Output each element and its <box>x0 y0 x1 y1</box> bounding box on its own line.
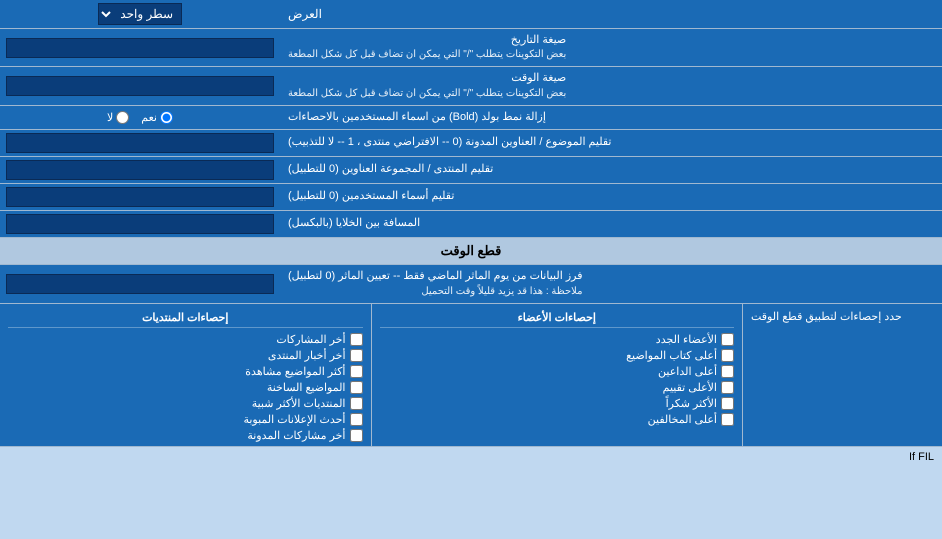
bottom-bar: If FIL <box>0 447 942 467</box>
topic-address-label: تقليم الموضوع / العناوين المدونة (0 -- ا… <box>280 130 942 156</box>
cutoff-label: فرز البيانات من يوم الماثر الماضي فقط --… <box>280 265 942 302</box>
display-row: العرض سطر واحدسطرينثلاثة أسطر <box>0 0 942 29</box>
checkbox-item: أخر مشاركات المدونة <box>8 429 363 442</box>
radio-no-label[interactable]: لا <box>107 111 129 124</box>
cutoff-input[interactable]: 0 <box>6 274 274 294</box>
cell-spacing-row: المسافة بين الخلايا (بالبكسل) 2 <box>0 211 942 238</box>
checkbox-new-members[interactable] <box>721 333 734 346</box>
checkbox-item: أحدث الإعلانات المبوبة <box>8 413 363 426</box>
radio-yes-label[interactable]: نعم <box>141 111 173 124</box>
cutoff-row: فرز البيانات من يوم الماثر الماضي فقط --… <box>0 265 942 303</box>
checkbox-top-rated[interactable] <box>721 381 734 394</box>
radio-no[interactable] <box>116 111 129 124</box>
main-container: العرض سطر واحدسطرينثلاثة أسطر صيغة التار… <box>0 0 942 467</box>
username-limit-input-container: 0 <box>0 184 280 210</box>
checkbox-top-topic-writers[interactable] <box>721 349 734 362</box>
topic-address-input-container: 33 <box>0 130 280 156</box>
time-format-label: صيغة الوقت بعض التكوينات يتطلب "/" التي … <box>280 67 942 104</box>
cutoff-section-header: قطع الوقت <box>0 238 942 265</box>
display-select[interactable]: سطر واحدسطرينثلاثة أسطر <box>98 3 182 25</box>
checkbox-col-forums: إحصاءات المنتديات أخر المشاركات أخر أخبا… <box>0 304 372 446</box>
checkbox-most-forums[interactable] <box>350 397 363 410</box>
checkbox-item: أعلى الداعين <box>380 365 735 378</box>
checkbox-item: أعلى كتاب المواضيع <box>380 349 735 362</box>
time-format-input-container: H:i <box>0 67 280 104</box>
checkbox-col-members: إحصاءات الأعضاء الأعضاء الجدد أعلى كتاب … <box>372 304 743 446</box>
bold-username-row: إزالة نمط بولد (Bold) من اسماء المستخدمي… <box>0 106 942 130</box>
forum-group-row: تقليم المنتدى / المجموعة العناوين (0 للت… <box>0 157 942 184</box>
cutoff-input-container: 0 <box>0 265 280 302</box>
time-format-row: صيغة الوقت بعض التكوينات يتطلب "/" التي … <box>0 67 942 105</box>
username-limit-input[interactable]: 0 <box>6 187 274 207</box>
display-select-container: سطر واحدسطرينثلاثة أسطر <box>0 0 280 28</box>
time-format-input[interactable]: H:i <box>6 76 274 96</box>
username-limit-label: تقليم أسماء المستخدمين (0 للتطبيل) <box>280 184 942 210</box>
checkbox-item: المنتديات الأكثر شبية <box>8 397 363 410</box>
stats-section: حدد إحصاءات لتطبيق قطع الوقت إحصاءات الأ… <box>0 304 942 447</box>
checkbox-latest-news[interactable] <box>350 349 363 362</box>
checkbox-columns: إحصاءات الأعضاء الأعضاء الجدد أعلى كتاب … <box>0 304 742 446</box>
display-label: العرض <box>280 2 942 27</box>
checkbox-top-inviters[interactable] <box>721 365 734 378</box>
checkbox-most-viewed[interactable] <box>350 365 363 378</box>
checkbox-latest-posts[interactable] <box>350 333 363 346</box>
radio-yes[interactable] <box>160 111 173 124</box>
date-format-input[interactable]: d-m <box>6 38 274 58</box>
cell-spacing-input[interactable]: 2 <box>6 214 274 234</box>
stats-limit-label: حدد إحصاءات لتطبيق قطع الوقت <box>742 304 942 446</box>
topic-address-input[interactable]: 33 <box>6 133 274 153</box>
date-format-row: صيغة التاريخ بعض التكوينات يتطلب "/" الت… <box>0 29 942 67</box>
checkbox-item: أخر المشاركات <box>8 333 363 346</box>
cell-spacing-label: المسافة بين الخلايا (بالبكسل) <box>280 211 942 237</box>
checkbox-latest-blog[interactable] <box>350 429 363 442</box>
checkbox-item: أكثر المواضيع مشاهدة <box>8 365 363 378</box>
username-limit-row: تقليم أسماء المستخدمين (0 للتطبيل) 0 <box>0 184 942 211</box>
forum-group-input-container: 33 <box>0 157 280 183</box>
checkbox-hot-topics[interactable] <box>350 381 363 394</box>
cell-spacing-input-container: 2 <box>0 211 280 237</box>
checkbox-item: أخر أخبار المنتدى <box>8 349 363 362</box>
checkbox-top-violators[interactable] <box>721 413 734 426</box>
checkbox-item: الأعلى تقييم <box>380 381 735 394</box>
forum-group-label: تقليم المنتدى / المجموعة العناوين (0 للت… <box>280 157 942 183</box>
topic-address-row: تقليم الموضوع / العناوين المدونة (0 -- ا… <box>0 130 942 157</box>
checkbox-item: أعلى المخالفين <box>380 413 735 426</box>
checkbox-item: الأكثر شكراً <box>380 397 735 410</box>
checkbox-most-thanked[interactable] <box>721 397 734 410</box>
checkbox-latest-classifieds[interactable] <box>350 413 363 426</box>
forum-group-input[interactable]: 33 <box>6 160 274 180</box>
checkbox-item: الأعضاء الجدد <box>380 333 735 346</box>
date-format-input-container: d-m <box>0 29 280 66</box>
bold-username-options: نعم لا <box>0 107 280 128</box>
checkbox-item: المواضيع الساخنة <box>8 381 363 394</box>
date-format-label: صيغة التاريخ بعض التكوينات يتطلب "/" الت… <box>280 29 942 66</box>
bold-username-label: إزالة نمط بولد (Bold) من اسماء المستخدمي… <box>280 106 942 129</box>
